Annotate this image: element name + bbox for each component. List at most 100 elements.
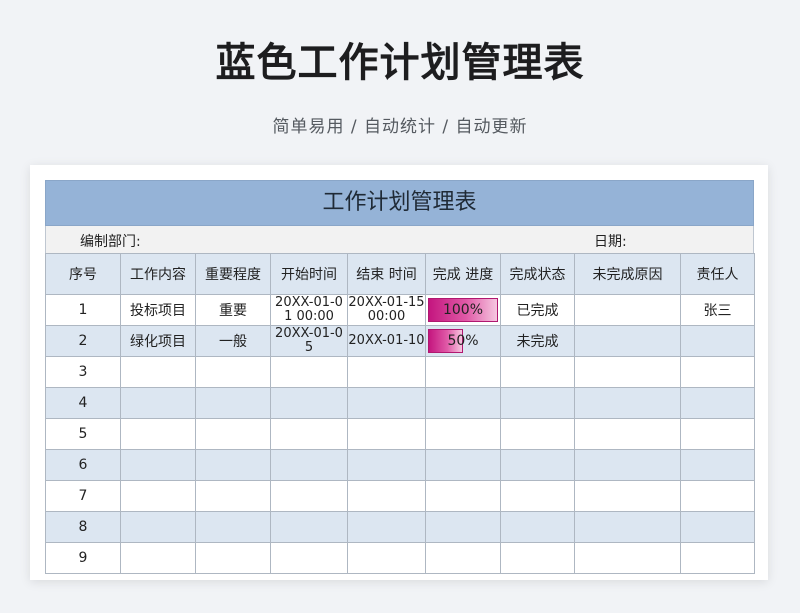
cell-progress[interactable] [425,356,501,388]
cell-progress[interactable] [425,480,501,512]
col-header-end[interactable]: 结束 时间 [347,253,426,295]
cell-start[interactable] [270,449,348,481]
cell-no[interactable]: 4 [45,387,121,419]
cell-no[interactable]: 1 [45,294,121,326]
cell-owner[interactable] [680,418,755,450]
cell-start[interactable] [270,480,348,512]
cell-importance[interactable]: 重要 [195,294,271,326]
cell-owner[interactable] [680,480,755,512]
cell-importance[interactable]: 一般 [195,325,271,357]
cell-no[interactable]: 9 [45,542,121,574]
col-header-no[interactable]: 序号 [45,253,121,295]
cell-start[interactable] [270,387,348,419]
cell-reason[interactable] [574,480,681,512]
cell-start-value: 20XX-01-05 [275,326,343,355]
cell-no[interactable]: 5 [45,418,121,450]
cell-end[interactable] [347,387,426,419]
cell-reason[interactable] [574,542,681,574]
cell-progress[interactable]: 100% [425,294,501,326]
cell-status[interactable] [500,542,575,574]
cell-status[interactable] [500,418,575,450]
cell-owner[interactable] [680,511,755,543]
cell-start[interactable] [270,356,348,388]
cell-progress[interactable] [425,449,501,481]
cell-status[interactable] [500,480,575,512]
cell-content[interactable] [120,387,196,419]
cell-progress[interactable] [425,418,501,450]
cell-importance[interactable] [195,511,271,543]
col-header-status[interactable]: 完成状态 [500,253,575,295]
cell-owner[interactable] [680,325,755,357]
cell-end-value: 20XX-01-15 00:00 [348,295,425,324]
cell-reason[interactable] [574,294,681,326]
cell-reason[interactable] [574,449,681,481]
cell-content[interactable] [120,511,196,543]
cell-end[interactable] [347,542,426,574]
col-header-importance[interactable]: 重要程度 [195,253,271,295]
cell-status[interactable] [500,387,575,419]
plan-table: 序号 工作内容 重要程度 开始时间 结束 时间 完成 进度 完成状态 未完成原因… [45,253,755,574]
cell-reason[interactable] [574,418,681,450]
col-header-reason[interactable]: 未完成原因 [574,253,681,295]
cell-no[interactable]: 6 [45,449,121,481]
cell-reason[interactable] [574,356,681,388]
cell-status[interactable] [500,356,575,388]
cell-owner[interactable]: 张三 [680,294,755,326]
cell-progress[interactable] [425,511,501,543]
cell-end[interactable] [347,449,426,481]
cell-no[interactable]: 7 [45,480,121,512]
cell-no[interactable]: 3 [45,356,121,388]
table-row: 6 [45,449,755,481]
cell-owner[interactable] [680,356,755,388]
cell-content[interactable] [120,449,196,481]
cell-end[interactable] [347,511,426,543]
cell-importance[interactable] [195,418,271,450]
dept-label[interactable]: 编制部门: [80,231,141,251]
cell-importance[interactable] [195,542,271,574]
cell-start[interactable]: 20XX-01-05 [270,325,348,357]
table-row: 8 [45,511,755,543]
cell-end[interactable] [347,418,426,450]
col-header-owner[interactable]: 责任人 [680,253,755,295]
cell-end[interactable]: 20XX-01-15 00:00 [347,294,426,326]
cell-importance[interactable] [195,480,271,512]
cell-owner[interactable] [680,387,755,419]
cell-no[interactable]: 2 [45,325,121,357]
cell-progress[interactable] [425,387,501,419]
col-header-start[interactable]: 开始时间 [270,253,348,295]
cell-status[interactable] [500,449,575,481]
cell-content[interactable] [120,542,196,574]
cell-reason[interactable] [574,325,681,357]
cell-progress[interactable] [425,542,501,574]
cell-start[interactable] [270,511,348,543]
cell-owner[interactable] [680,542,755,574]
cell-content[interactable] [120,418,196,450]
date-label[interactable]: 日期: [594,231,627,251]
col-header-progress[interactable]: 完成 进度 [425,253,501,295]
cell-importance[interactable] [195,387,271,419]
cell-start[interactable] [270,418,348,450]
cell-importance[interactable] [195,356,271,388]
cell-content[interactable]: 投标项目 [120,294,196,326]
cell-importance[interactable] [195,449,271,481]
cell-progress[interactable]: 50% [425,325,501,357]
cell-end[interactable] [347,356,426,388]
cell-owner[interactable] [680,449,755,481]
cell-end-value: 20XX-01-10 [348,333,425,348]
cell-start[interactable] [270,542,348,574]
cell-reason[interactable] [574,511,681,543]
cell-end[interactable] [347,480,426,512]
cell-status[interactable]: 未完成 [500,325,575,357]
sheet-title[interactable]: 工作计划管理表 [45,180,754,226]
cell-content[interactable] [120,480,196,512]
cell-start[interactable]: 20XX-01-01 00:00 [270,294,348,326]
col-header-content[interactable]: 工作内容 [120,253,196,295]
cell-reason[interactable] [574,387,681,419]
cell-content[interactable] [120,356,196,388]
cell-no[interactable]: 8 [45,511,121,543]
cell-status[interactable]: 已完成 [500,294,575,326]
cell-content[interactable]: 绿化项目 [120,325,196,357]
cell-end[interactable]: 20XX-01-10 [347,325,426,357]
cell-status[interactable] [500,511,575,543]
table-row: 2 绿化项目 一般 20XX-01-05 20XX-01-10 50% 未完成 [45,325,755,357]
